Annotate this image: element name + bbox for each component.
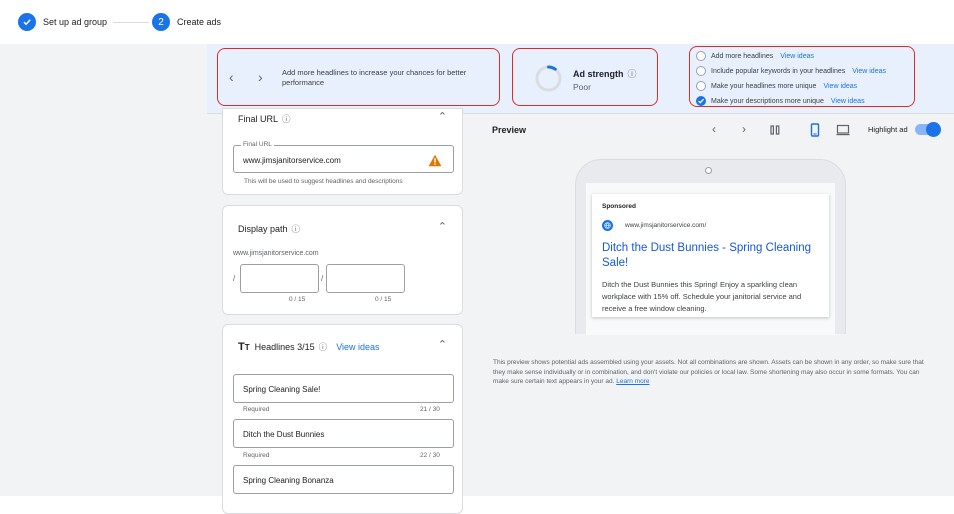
asset-editor: Final URL ⓘ ⌃ Final URL www.jimsjanitorse… [207,108,478,514]
path1-field[interactable] [240,264,319,293]
phone-mockup: Sponsored www.jimsjanitorservice.com/ Di… [575,159,846,335]
globe-icon [602,220,613,231]
view-ideas-link[interactable]: View ideas [823,83,857,90]
checklist-item: Make your descriptions more unique View i… [696,96,865,106]
step-set-up-ad-group[interactable]: Set up ad group [18,13,107,31]
field-value: Spring Cleaning Bonanza [243,476,334,485]
preview-disclaimer: This preview shows potential ads assembl… [493,359,924,385]
help-icon[interactable]: ⓘ [282,114,291,124]
card-title: Display path ⓘ [238,224,301,234]
ad-strength-ring [535,65,562,92]
required-hint: Required [243,452,270,459]
view-ideas-link[interactable]: View ideas [831,98,865,105]
help-icon[interactable]: ⓘ [319,341,328,353]
preview-title: Preview [492,125,527,135]
text-icon: TT [238,341,250,353]
step-connector [113,22,149,23]
tip-carousel: ‹ › Add more headlines to increase your … [217,48,500,106]
highlight-ad-toggle[interactable] [915,122,941,137]
help-icon[interactable]: ⓘ [292,224,301,234]
path-separator: / [233,274,236,283]
headline-field[interactable]: Spring Cleaning Sale! [233,374,454,403]
check-icon [696,96,706,106]
card-title: TT Headlines 3/15 ⓘ View ideas [238,341,380,353]
phone-camera [705,167,712,174]
headline-counter: 22 / 30 [420,452,440,459]
ad-url-row: www.jimsjanitorservice.com/ [602,220,706,231]
desktop-icon[interactable] [836,123,850,137]
checklist-item: Make your headlines more unique View idea… [696,81,857,91]
view-ideas-link[interactable]: View ideas [780,53,814,60]
step-create-ads[interactable]: 2 Create ads [152,13,221,31]
field-value: Ditch the Dust Bunnies [243,430,325,439]
chevron-up-icon[interactable]: ⌃ [438,110,447,123]
chevron-left-icon[interactable]: ‹ [229,69,234,85]
mobile-icon[interactable] [808,123,822,137]
tip-message: Add more headlines to increase your chan… [282,68,467,87]
ad-strength-band: ‹ › Add more headlines to increase your … [207,44,954,114]
display-path-card: Display path ⓘ ⌃ www.jimsjanitorservice.c… [222,205,463,315]
view-ideas-link[interactable]: View ideas [852,68,886,75]
ad-strength-panel: Ad strength ⓘ Poor [512,48,658,106]
pause-icon[interactable] [768,123,782,137]
phone-screen: Sponsored www.jimsjanitorservice.com/ Di… [586,183,835,335]
chevron-left-icon[interactable]: ‹ [712,122,716,136]
ad-display-url: www.jimsjanitorservice.com/ [625,222,707,229]
ad-strength-value: Poor [573,82,591,92]
help-icon[interactable]: ⓘ [628,69,637,79]
chevron-right-icon[interactable]: › [742,122,746,136]
final-url-card: Final URL ⓘ ⌃ Final URL www.jimsjanitorse… [222,108,463,195]
checkbox-icon [696,66,706,76]
highlight-ad-label: Highlight ad [868,125,908,134]
chevron-up-icon[interactable]: ⌃ [438,338,447,351]
toggle-knob [926,122,941,137]
checklist-item: Add more headlines View ideas [696,51,814,61]
learn-more-link[interactable]: Learn more [616,378,649,385]
ad-headline[interactable]: Ditch the Dust Bunnies - Spring Cleaning… [602,241,818,271]
stepper: Set up ad group 2 Create ads [0,0,954,44]
step-number: 2 [152,13,170,31]
check-icon [18,13,36,31]
ad-strength-checklist: Add more headlines View ideas Include pop… [689,46,915,107]
ad-preview-card[interactable]: Sponsored www.jimsjanitorservice.com/ Di… [592,194,829,317]
sponsored-label: Sponsored [602,203,636,210]
field-value: Spring Cleaning Sale! [243,385,321,394]
checklist-item: Include popular keywords in your headlin… [696,66,886,76]
final-url-field[interactable]: Final URL www.jimsjanitorservice.com [233,141,454,173]
ad-description: Ditch the Dust Bunnies this Spring! Enjo… [602,280,802,313]
ad-strength-title: Ad strength ⓘ [573,69,637,79]
path2-counter: 0 / 15 [375,296,392,303]
card-title: Final URL ⓘ [238,114,291,124]
checkbox-icon [696,51,706,61]
chevron-up-icon[interactable]: ⌃ [438,220,447,233]
display-path-base: www.jimsjanitorservice.com [233,250,319,257]
preview-panel: Preview ‹ › Highlight ad Sponsored www.j… [478,114,954,496]
required-hint: Required [243,406,270,413]
headline-counter: 21 / 30 [420,406,440,413]
path1-counter: 0 / 15 [289,296,306,303]
path-separator: / [321,274,324,283]
field-label: Final URL [241,141,274,148]
headlines-card: TT Headlines 3/15 ⓘ View ideas ⌃ Spring C… [222,324,463,514]
step-label: Create ads [177,17,222,27]
path2-field[interactable] [326,264,405,293]
headline-field[interactable]: Ditch the Dust Bunnies [233,419,454,448]
step-label: Set up ad group [43,17,108,27]
field-value: www.jimsjanitorservice.com [243,156,341,165]
headline-field[interactable]: Spring Cleaning Bonanza [233,465,454,494]
view-ideas-link[interactable]: View ideas [336,342,379,352]
warning-icon [428,154,442,167]
final-url-hint: This will be used to suggest headlines a… [244,178,403,185]
chevron-right-icon[interactable]: › [258,69,263,85]
checkbox-icon [696,81,706,91]
left-gutter [0,44,207,496]
